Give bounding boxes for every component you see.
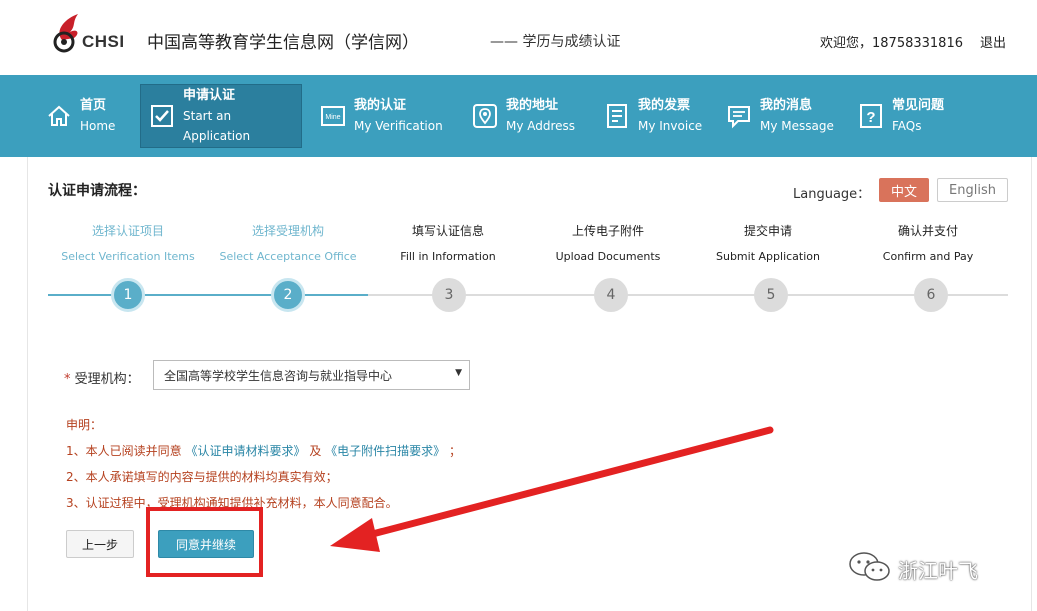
watermark: 浙江叶飞 <box>848 550 978 588</box>
step-3-circle: 3 <box>432 278 466 312</box>
nav-item-my-message[interactable]: 我的消息 My Message <box>726 84 834 148</box>
welcome-text: 欢迎您，18758331816 <box>820 36 963 51</box>
declaration-line-1-mid: 及 <box>309 444 322 458</box>
step-2-label: 选择受理机构 Select Acceptance Office <box>208 223 368 265</box>
declaration-line-1-prefix: 1、本人已阅读并同意 <box>66 444 182 458</box>
watermark-text: 浙江叶飞 <box>898 558 978 583</box>
step-2-cn: 选择受理机构 <box>251 224 324 238</box>
step-5-label: 提交申请 Submit Application <box>688 223 848 265</box>
nav-item-start-application[interactable]: 申请认证 Start an Application <box>140 84 302 148</box>
svg-text:Mine: Mine <box>325 114 340 121</box>
step-6-cn: 确认并支付 <box>897 224 958 238</box>
question-icon: ? <box>858 103 884 129</box>
site-subtitle: —— 学历与成绩认证 <box>490 34 621 50</box>
nav-item-my-verification[interactable]: Mine 我的认证 My Verification <box>320 84 443 148</box>
step-6-circle: 6 <box>914 278 948 312</box>
nav-home-en: Home <box>80 119 116 133</box>
nav-faqs-cn: 常见问题 <box>892 98 945 113</box>
step-6-label: 确认并支付 Confirm and Pay <box>848 223 1008 265</box>
nav-item-home[interactable]: 首页 Home <box>46 84 115 148</box>
nav-address-cn: 我的地址 <box>506 98 559 113</box>
step-1-circle: 1 <box>111 278 145 312</box>
nav-message-cn: 我的消息 <box>760 98 813 113</box>
site-title: 中国高等教育学生信息网（学信网） <box>147 33 419 53</box>
nav-start-en: Start an Application <box>183 109 251 143</box>
nav-item-my-address[interactable]: 我的地址 My Address <box>472 84 575 148</box>
declaration-line-1: 1、本人已阅读并同意 《认证申请材料要求》 及 《电子附件扫描要求》 ； <box>66 442 461 459</box>
declaration-title: 申明： <box>66 418 103 432</box>
progress-track-done <box>48 294 368 296</box>
material-requirements-link[interactable]: 《认证申请材料要求》 <box>185 444 305 458</box>
step-6-en: Confirm and Pay <box>882 250 974 263</box>
required-mark: * <box>64 372 71 387</box>
nav-item-my-invoice[interactable]: 我的发票 My Invoice <box>604 84 702 148</box>
svg-text:?: ? <box>866 109 875 126</box>
main-nav: 首页 Home 申请认证 Start an Application Mine 我… <box>0 75 1037 157</box>
declaration-line-2: 2、本人承诺填写的内容与提供的材料均真实有效； <box>66 470 338 484</box>
nav-message-en: My Message <box>760 119 834 133</box>
top-header: CHSI 中国高等教育学生信息网（学信网） —— 学历与成绩认证 欢迎您，187… <box>0 0 1037 75</box>
nav-item-faqs[interactable]: ? 常见问题 FAQs <box>858 84 944 148</box>
nav-verification-cn: 我的认证 <box>354 98 407 113</box>
step-1-cn: 选择认证项目 <box>91 224 164 238</box>
step-4-en: Upload Documents <box>555 250 661 263</box>
nav-home-cn: 首页 <box>80 98 107 113</box>
wechat-icon <box>848 550 892 588</box>
step-3-label: 填写认证信息 Fill in Information <box>368 223 528 265</box>
step-3-en: Fill in Information <box>400 250 496 263</box>
step-2-circle: 2 <box>271 278 305 312</box>
declaration-line-1-suffix: ； <box>449 444 462 458</box>
agency-selected-value: 全国高等学校学生信息咨询与就业指导中心 <box>164 368 393 383</box>
logo-text: CHSI <box>82 32 125 51</box>
step-2-en: Select Acceptance Office <box>219 250 357 263</box>
nav-start-cn: 申请认证 <box>183 88 236 103</box>
agency-label-text: 受理机构： <box>74 372 140 387</box>
language-zh-button[interactable]: 中文 <box>879 178 929 202</box>
agency-select[interactable]: 全国高等学校学生信息咨询与就业指导中心 ▼ <box>153 360 470 390</box>
nav-address-en: My Address <box>506 119 576 133</box>
logout-link[interactable]: 退出 <box>980 32 1006 51</box>
dropdown-arrow-icon: ▼ <box>455 368 462 378</box>
home-icon <box>46 103 72 129</box>
agency-label: * 受理机构： <box>64 368 140 387</box>
message-icon <box>726 103 752 129</box>
nav-verification-en: My Verification <box>354 119 443 133</box>
mine-icon: Mine <box>320 103 346 129</box>
process-title: 认证申请流程： <box>48 183 146 199</box>
invoice-icon <box>604 103 630 129</box>
highlight-box <box>146 507 263 577</box>
language-label: Language： <box>793 187 871 202</box>
nav-invoice-cn: 我的发票 <box>638 98 691 113</box>
checkbox-icon <box>149 103 175 129</box>
location-icon <box>472 103 498 129</box>
step-5-circle: 5 <box>754 278 788 312</box>
step-5-en: Submit Application <box>716 250 820 263</box>
language-en-button[interactable]: English <box>937 178 1008 202</box>
scan-requirements-link[interactable]: 《电子附件扫描要求》 <box>325 444 445 458</box>
step-1-en: Select Verification Items <box>61 250 195 263</box>
previous-step-button[interactable]: 上一步 <box>66 530 134 558</box>
step-5-cn: 提交申请 <box>743 224 792 238</box>
nav-faqs-en: FAQs <box>892 119 922 133</box>
step-4-circle: 4 <box>594 278 628 312</box>
nav-invoice-en: My Invoice <box>638 119 703 133</box>
step-4-cn: 上传电子附件 <box>571 224 644 238</box>
step-3-cn: 填写认证信息 <box>411 224 484 238</box>
step-1-label: 选择认证项目 Select Verification Items <box>48 223 208 265</box>
step-4-label: 上传电子附件 Upload Documents <box>528 223 688 265</box>
